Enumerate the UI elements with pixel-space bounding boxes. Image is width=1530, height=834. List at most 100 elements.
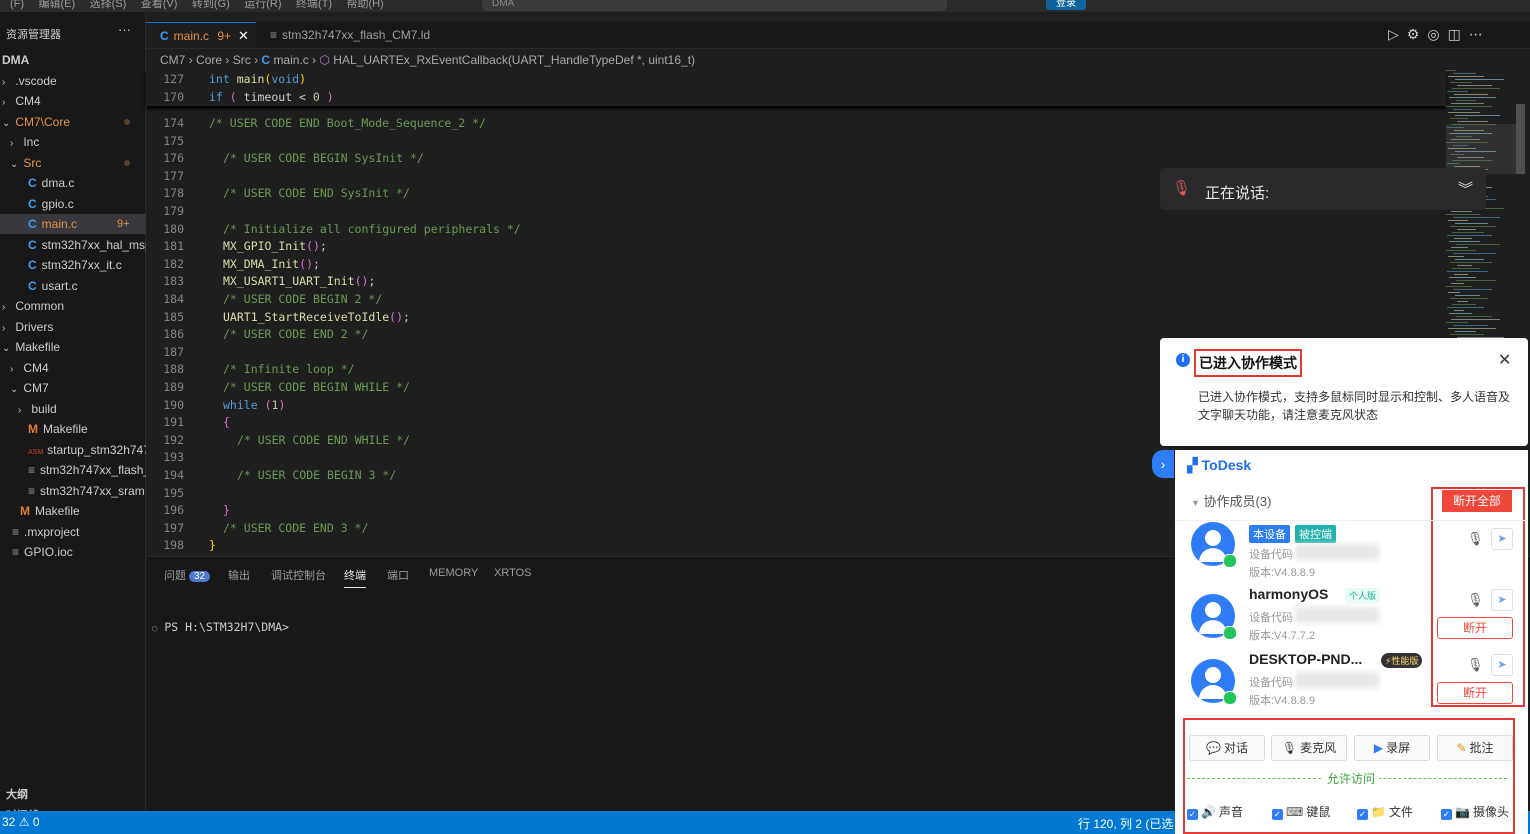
tree-item[interactable]: Cstm32h7xx_it.c: [0, 255, 164, 275]
perm-sound[interactable]: ✓ 🔊 声音: [1187, 803, 1243, 820]
code-line[interactable]: MX_GPIO_Init();: [223, 239, 327, 253]
tree-item[interactable]: Cgpio.c: [0, 194, 164, 214]
sticky-code-line[interactable]: int main(void): [209, 72, 306, 86]
chat-button[interactable]: 💬 对话: [1189, 735, 1265, 761]
disconnect-button[interactable]: 断开: [1437, 682, 1513, 704]
tab-debug-console[interactable]: 调试控制台: [271, 567, 326, 583]
login-button[interactable]: 登录: [1046, 0, 1086, 10]
tree-item[interactable]: › .vscode: [0, 71, 148, 91]
tree-item[interactable]: ≡ GPIO.ioc: [0, 542, 148, 562]
code-line[interactable]: MX_USART1_UART_Init();: [223, 274, 375, 288]
code-line[interactable]: /* USER CODE BEGIN 3 */: [237, 468, 396, 482]
tree-item[interactable]: › CM4: [0, 91, 148, 111]
menu-terminal[interactable]: 终端(T): [296, 0, 332, 10]
annotate-button[interactable]: ✎ 批注: [1437, 735, 1513, 761]
menu-go[interactable]: 转到(G): [192, 0, 230, 10]
tree-item[interactable]: Cdma.c: [0, 173, 164, 193]
code-line[interactable]: /* USER CODE END 2 */: [223, 327, 368, 341]
record-button[interactable]: ▶ 录屏: [1354, 735, 1430, 761]
code-line[interactable]: /* Initialize all configured peripherals…: [223, 222, 521, 236]
editor-scrollbar[interactable]: [1516, 104, 1525, 174]
tree-item[interactable]: ⌄ CM7: [0, 378, 156, 398]
code-line[interactable]: /* USER CODE END WHILE */: [237, 433, 410, 447]
tree-item[interactable]: › Common: [0, 296, 148, 316]
close-icon[interactable]: ✕: [238, 23, 249, 49]
split-editor-icon[interactable]: ◫: [1448, 26, 1469, 42]
tree-item[interactable]: DMA: [0, 50, 148, 70]
command-center-search[interactable]: DMA: [482, 0, 947, 11]
tree-item[interactable]: › CM4: [0, 358, 156, 378]
microphone-button[interactable]: 🎙 麦克风: [1271, 735, 1347, 761]
tab-xrtos[interactable]: XRTOS: [494, 567, 532, 579]
tree-item[interactable]: ⌄ CM7\Core: [0, 112, 148, 132]
collapse-panel-icon[interactable]: ›: [1152, 450, 1174, 478]
sticky-code-line[interactable]: if ( timeout < 0 ): [209, 90, 334, 104]
tree-item[interactable]: ⌄ Src: [0, 153, 156, 173]
breadcrumb-part[interactable]: CM7: [160, 53, 185, 67]
menu-selection[interactable]: 选择(S): [90, 0, 127, 10]
cursor-icon[interactable]: ➤: [1491, 654, 1513, 676]
tab-memory[interactable]: MEMORY: [429, 567, 478, 579]
tree-item[interactable]: Cstm32h7xx_hal_msp.c: [0, 235, 164, 255]
code-line[interactable]: /* USER CODE BEGIN SysInit */: [223, 151, 424, 165]
code-line[interactable]: MX_DMA_Init();: [223, 257, 320, 271]
tree-item[interactable]: ASM startup_stm32h747...: [0, 440, 164, 460]
tree-item[interactable]: › Drivers: [0, 317, 148, 337]
settings-icon[interactable]: ⚙: [1407, 26, 1428, 42]
tree-item[interactable]: Cmain.c 9+: [0, 214, 164, 234]
cursor-icon[interactable]: ➤: [1491, 589, 1513, 611]
sticky-scroll[interactable]: 127 int main(void) 170 if ( timeout < 0 ): [146, 70, 1446, 106]
code-line[interactable]: /* USER CODE BEGIN 2 */: [223, 292, 382, 306]
tree-item[interactable]: ≡ stm32h747xx_sram...: [0, 481, 164, 501]
breadcrumb-part[interactable]: Core: [196, 53, 222, 67]
tree-item[interactable]: ⌄ Makefile: [0, 337, 148, 357]
menu-view[interactable]: 查看(V): [141, 0, 178, 10]
disconnect-all-button[interactable]: 断开全部: [1442, 490, 1512, 512]
perm-keyboard-mouse[interactable]: ✓ ⌨ 键鼠: [1272, 803, 1330, 820]
tree-item[interactable]: Cusart.c: [0, 276, 164, 296]
checkbox-checked-icon[interactable]: ✓: [1187, 809, 1198, 820]
code-line[interactable]: /* Infinite loop */: [223, 362, 355, 376]
code-line[interactable]: {: [223, 415, 230, 429]
checkbox-checked-icon[interactable]: ✓: [1357, 809, 1368, 820]
checkbox-checked-icon[interactable]: ✓: [1441, 809, 1452, 820]
perm-file[interactable]: ✓ 📁 文件: [1357, 803, 1413, 820]
run-icon[interactable]: ▷: [1388, 26, 1407, 42]
menu-edit[interactable]: 编辑(E): [39, 0, 76, 10]
code-line[interactable]: while (1): [223, 398, 285, 412]
tree-item[interactable]: › build: [0, 399, 164, 419]
code-line[interactable]: /* USER CODE END 3 */: [223, 521, 368, 535]
code-line[interactable]: /* USER CODE END Boot_Mode_Sequence_2 */: [209, 116, 486, 130]
cursor-icon[interactable]: ➤: [1491, 528, 1513, 550]
tab-ports[interactable]: 端口: [387, 567, 409, 583]
more-icon[interactable]: ⋯: [1469, 26, 1491, 42]
problems-status[interactable]: 32 ⚠ 0: [2, 815, 40, 829]
close-icon[interactable]: ✕: [1498, 350, 1511, 370]
breadcrumb-part[interactable]: Src: [233, 53, 251, 67]
code-line[interactable]: /* USER CODE END SysInit */: [223, 186, 410, 200]
breadcrumb-part[interactable]: main.c: [273, 53, 308, 67]
tree-item[interactable]: M Makefile: [0, 501, 156, 521]
mic-muted-icon[interactable]: 🎙: [1467, 531, 1484, 547]
mic-muted-icon[interactable]: 🎙: [1467, 657, 1484, 673]
tree-item[interactable]: › Inc: [0, 132, 156, 152]
tab-flash-ld[interactable]: ≡ stm32h747xx_flash_CM7.ld: [256, 22, 446, 48]
copilot-icon[interactable]: ◎: [1427, 26, 1447, 42]
more-actions-icon[interactable]: ···: [118, 22, 131, 37]
menu-file[interactable]: (F): [10, 0, 24, 10]
mic-muted-icon[interactable]: 🎙: [1467, 592, 1484, 608]
tab-output[interactable]: 输出: [228, 567, 250, 583]
code-line[interactable]: }: [223, 503, 230, 517]
outline-section[interactable]: 大纲: [6, 786, 28, 802]
code-line[interactable]: }: [209, 538, 216, 552]
menu-run[interactable]: 运行(R): [244, 0, 281, 10]
disconnect-button[interactable]: 断开: [1437, 617, 1513, 639]
tree-item[interactable]: M Makefile: [0, 419, 164, 439]
tab-terminal[interactable]: 终端: [344, 567, 366, 588]
menu-help[interactable]: 帮助(H): [346, 0, 383, 10]
checkbox-checked-icon[interactable]: ✓: [1272, 809, 1283, 820]
tree-item[interactable]: ≡ stm32h747xx_flash_...: [0, 460, 164, 480]
tab-problems[interactable]: 问题 32: [164, 567, 211, 583]
chevron-double-down-icon[interactable]: ︾: [1458, 178, 1473, 199]
code-line[interactable]: /* USER CODE BEGIN WHILE */: [223, 380, 410, 394]
